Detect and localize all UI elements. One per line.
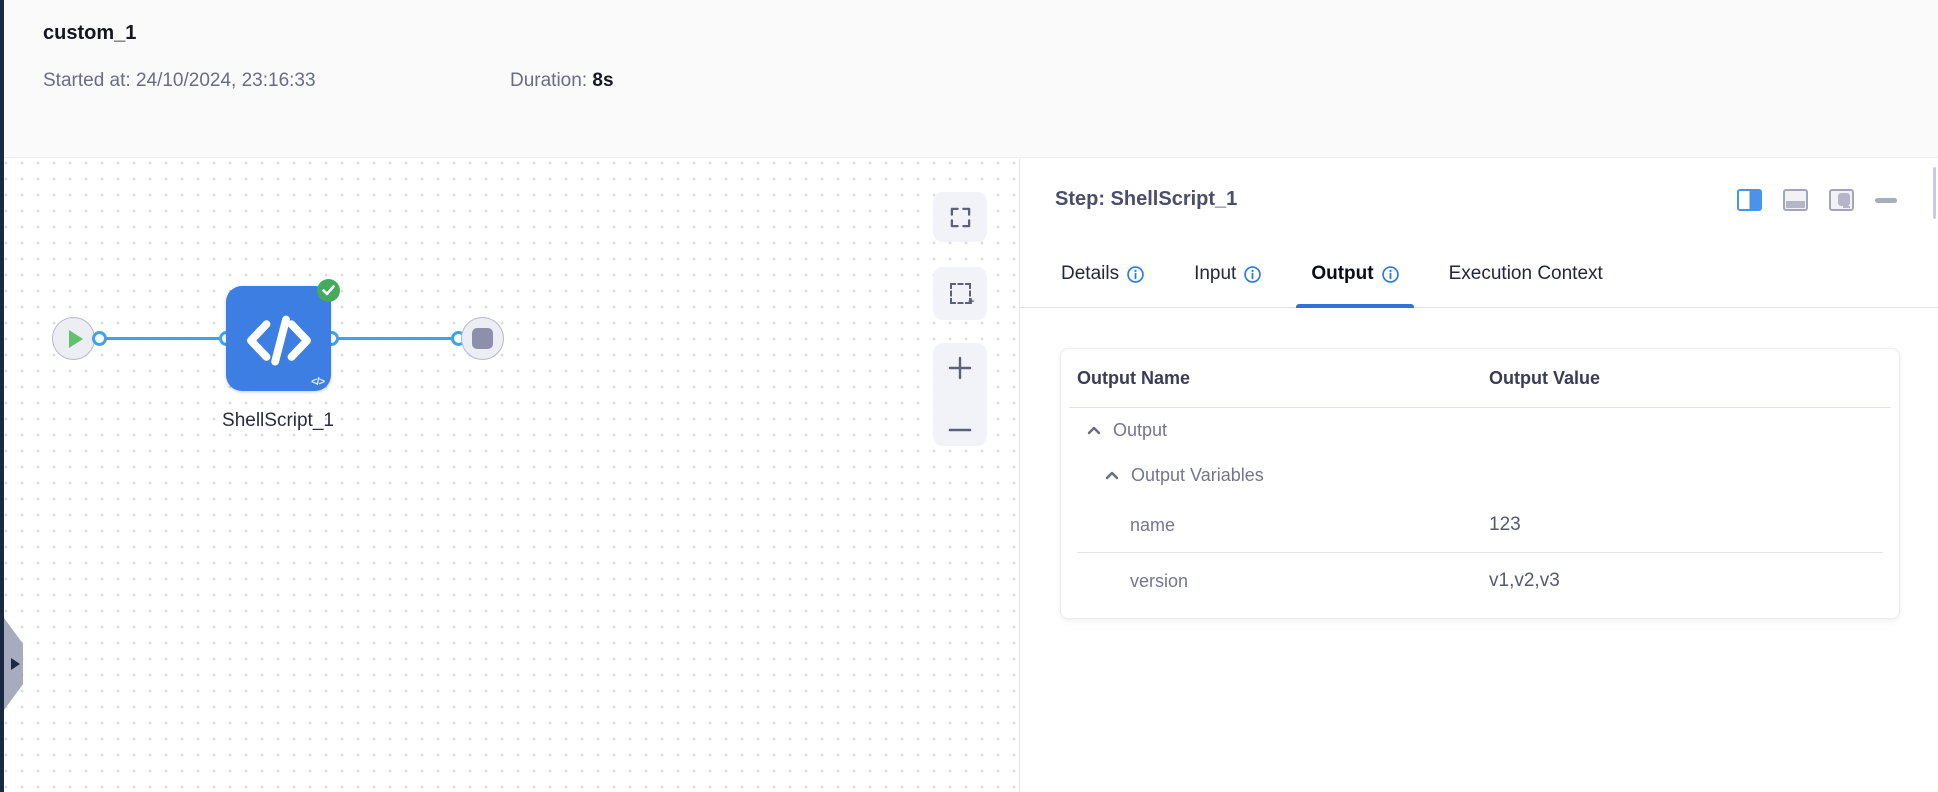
tab-details[interactable]: Details [1046,241,1159,307]
duration-text: Duration: 8s [510,70,614,92]
play-icon [68,329,83,348]
output-table-card: Output Name Output Value Output Output V… [1060,348,1900,619]
fit-to-screen-button[interactable] [933,192,987,242]
edge-step-to-end [331,337,458,340]
code-icon [246,315,311,366]
table-body: Output Output Variables name 123 version… [1061,408,1899,609]
table-row: Output [1061,408,1899,452]
chevron-up-icon[interactable] [1087,426,1101,435]
tab-input[interactable]: Input [1179,241,1276,307]
zoom-control [933,343,987,446]
zoom-in-button[interactable] [947,355,973,381]
success-badge-icon [317,279,340,302]
tab-label: Details [1061,263,1120,284]
cursor-plus-icon: + [968,296,975,308]
edge-start-to-step [99,337,226,340]
row-name: version [1130,570,1189,591]
left-edge-strip [0,0,4,792]
table-row: name 123 [1061,498,1899,552]
expand-arrow-icon [10,658,20,670]
tab-execution-context[interactable]: Execution Context [1434,241,1618,307]
row-name: Output Variables [1131,464,1264,485]
step-panel-title: Step: ShellScript_1 [1055,188,1238,210]
started-at-text: Started at: 24/10/2024, 23:16:33 [43,70,316,92]
right-panel-icon[interactable] [1829,189,1854,211]
connector-dot[interactable] [92,331,107,346]
info-icon[interactable] [1244,265,1262,283]
tab-label: Execution Context [1448,263,1603,284]
row-name: name [1130,514,1176,535]
started-at-label: Started at: [43,70,131,91]
info-icon[interactable] [1127,265,1144,283]
step-details-panel: Step: ShellScript_1 Details Input Output… [1019,159,1938,792]
info-icon[interactable] [1381,265,1399,283]
row-value: 123 [1489,514,1521,535]
end-node[interactable] [461,317,504,360]
marquee-select-icon: + [949,283,975,308]
column-header-output-value: Output Value [1489,367,1601,388]
minimize-icon[interactable] [1875,197,1897,203]
shellscript-step-node[interactable]: </> [226,286,331,391]
execution-header: custom_1 Started at: 24/10/2024, 23:16:3… [4,0,1938,158]
column-header-output-name: Output Name [1077,367,1191,388]
workflow-canvas[interactable]: </> ShellScript_1 + [4,159,1019,792]
marquee-select-button[interactable]: + [933,267,987,320]
bottom-panel-icon[interactable] [1783,189,1808,211]
row-name: Output [1113,419,1168,440]
stop-icon [472,328,493,349]
zoom-out-button[interactable] [948,426,972,434]
split-view-icon[interactable] [1737,189,1762,211]
step-node-label: ShellScript_1 [222,410,334,431]
tab-bar: Details Input Output Execution Context [1020,241,1938,308]
scrollbar-thumb[interactable] [1933,167,1936,219]
start-node[interactable] [52,317,95,360]
fullscreen-icon [950,207,970,227]
row-value: v1,v2,v3 [1489,570,1560,591]
table-row: Output Variables [1061,452,1899,498]
duration-label: Duration: [510,70,588,91]
panel-view-controls [1737,189,1897,211]
pipeline-run-title: custom_1 [43,22,137,44]
table-row: version v1,v2,v3 [1061,553,1899,609]
chevron-up-icon[interactable] [1105,471,1119,480]
table-header-row: Output Name Output Value [1061,349,1899,407]
tab-output[interactable]: Output [1296,241,1414,308]
tab-label: Output [1311,263,1374,284]
started-at-value: 24/10/2024, 23:16:33 [135,70,316,91]
mini-code-icon: </> [311,376,325,388]
duration-value: 8s [592,70,614,91]
tab-label: Input [1194,263,1237,284]
